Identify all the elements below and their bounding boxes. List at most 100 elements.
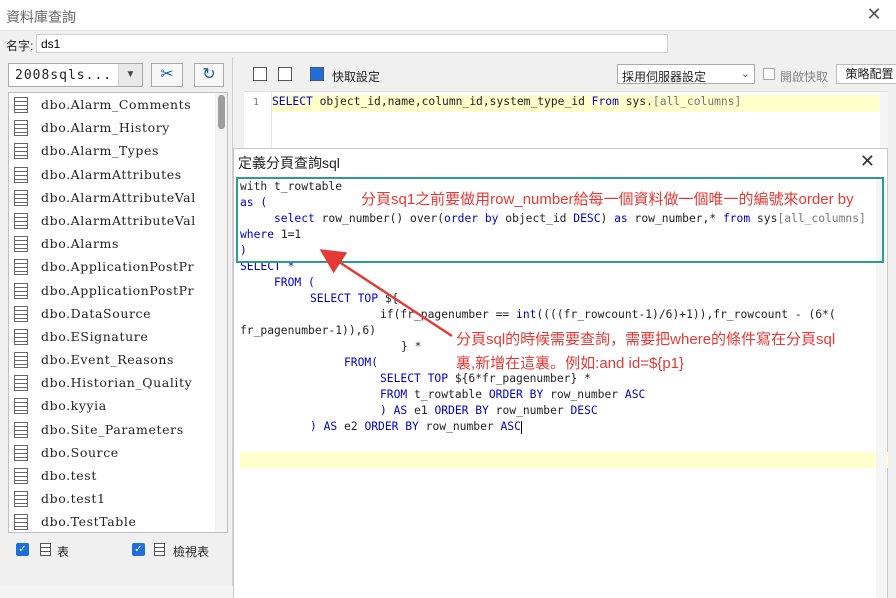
cache-select[interactable]: 採用伺服器設定 ⌄: [617, 64, 755, 84]
list-item[interactable]: dbo.ApplicationPostPr: [9, 279, 227, 302]
list-item[interactable]: dbo.Site_Parameters: [9, 418, 227, 441]
sql-text: ${6*fr_pagenumber} *: [448, 372, 591, 385]
list-item[interactable]: dbo.DataSource: [9, 302, 227, 325]
sql-editor[interactable]: 1 SELECT object_id,name,column_id,system…: [244, 91, 888, 149]
table-icon: [14, 189, 28, 206]
sql-text: row_number: [418, 420, 501, 433]
table-name: dbo.DataSource: [41, 305, 152, 321]
table-icon: [14, 282, 28, 299]
table-name: dbo.test: [41, 468, 97, 483]
list-item[interactable]: dbo.test1: [9, 487, 227, 510]
sql-text: e2: [337, 420, 365, 433]
table-icon: [14, 120, 28, 137]
list-item[interactable]: dbo.TestTable: [9, 510, 227, 532]
sql-text: fr_pagenumber-1)),6): [240, 324, 377, 337]
table-name: dbo.TestTable: [41, 514, 137, 530]
open-cache-label: 開啟快取: [780, 70, 829, 84]
list-item[interactable]: dbo.Alarm_Types: [9, 139, 227, 162]
list-item[interactable]: dbo.AlarmAttributeVal: [9, 209, 227, 232]
cache-settings-label: 快取設定: [332, 70, 381, 84]
code-line: if(fr_pagenumber == int((((fr_rowcount-1…: [380, 307, 836, 323]
list-item[interactable]: dbo.Alarm_Comments: [9, 93, 227, 116]
save-icon[interactable]: [278, 67, 292, 81]
list-item[interactable]: dbo.Event_Reasons: [9, 348, 227, 371]
table-icon: [14, 375, 28, 392]
table-icon: [14, 468, 28, 484]
table-name: dbo.kyyia: [41, 398, 107, 414]
table-checkbox-label: 表: [57, 545, 70, 559]
table-icon: [14, 328, 28, 345]
table-list-scrollbar[interactable]: [215, 93, 227, 532]
sql-text: t_rowtable: [407, 388, 489, 401]
sql-text: ${: [378, 292, 399, 305]
list-item[interactable]: dbo.Alarms: [9, 232, 227, 255]
list-item[interactable]: dbo.AlarmAttributes: [9, 163, 227, 186]
list-item[interactable]: dbo.Source: [9, 441, 227, 464]
code-line: FROM(: [344, 355, 378, 371]
chevron-down-icon[interactable]: ▼: [118, 64, 142, 86]
left-panel-scrollbar[interactable]: [0, 586, 233, 598]
table-name: dbo.Alarms: [41, 236, 120, 252]
table-icon: [14, 491, 28, 508]
query-toolbar: 快取設定 採用伺服器設定 ⌄ 開啟快取 策略配置: [233, 57, 896, 90]
sql-keyword: ): [310, 420, 324, 433]
text-caret: [520, 420, 522, 434]
table-icon: [14, 236, 28, 253]
list-item[interactable]: dbo.Alarm_History: [9, 116, 227, 139]
code-line: SELECT TOP ${: [310, 291, 398, 307]
table-icon: [14, 398, 28, 415]
close-icon[interactable]: ✕: [860, 151, 875, 172]
table-checkbox[interactable]: ✓: [16, 543, 29, 556]
preview-icon[interactable]: [253, 67, 267, 81]
refresh-icon: ↻: [202, 66, 216, 83]
name-row: 名字:: [0, 31, 896, 57]
table-icon: [14, 166, 28, 183]
strategy-button[interactable]: 策略配置: [836, 64, 896, 84]
table-name: dbo.Alarm_Comments: [41, 97, 192, 112]
list-item[interactable]: dbo.kyyia: [9, 394, 227, 417]
list-item[interactable]: dbo.AlarmAttributeVal: [9, 186, 227, 209]
scrollbar-thumb[interactable]: [218, 95, 225, 129]
line-gutter: 1: [244, 92, 272, 149]
editor-scrollbar[interactable]: [880, 92, 888, 149]
open-cache-checkbox[interactable]: [763, 68, 775, 80]
tools-icon: ✂: [160, 66, 174, 83]
sql-keyword: ORDER BY: [364, 420, 419, 433]
refresh-button[interactable]: ↻: [194, 63, 224, 87]
table-name: dbo.Source: [41, 444, 119, 460]
name-input[interactable]: [36, 34, 668, 53]
sql-keyword: FROM (: [274, 276, 315, 289]
annotation-top: 分頁sq1之前要做用row_number給每一個資料做一個唯一的編號來order…: [361, 191, 854, 208]
cache-select-value: 採用伺服器設定: [622, 70, 707, 84]
name-label: 名字:: [6, 39, 34, 53]
list-item[interactable]: dbo.Historian_Quality: [9, 371, 227, 394]
line-number: 1: [253, 97, 260, 108]
close-icon[interactable]: ✕: [864, 4, 884, 26]
table-list[interactable]: dbo.Alarm_Comments dbo.Alarm_History dbo…: [8, 92, 228, 533]
table-icon: [14, 212, 28, 229]
code-line: ) AS e2 ORDER BY row_number ASC: [310, 419, 522, 435]
table-name: dbo.Alarm_Types: [41, 143, 160, 159]
sql-text: if(fr_pagenumber ==: [380, 308, 517, 321]
sql-keyword: ORDER BY: [434, 404, 489, 417]
sql-text: sys.: [618, 95, 653, 108]
sql-keyword: AS: [323, 420, 338, 433]
code-line: fr_pagenumber-1)),6): [240, 323, 376, 339]
view-checkbox[interactable]: ✓: [132, 543, 145, 556]
dialog-title: 定義分頁查詢sql: [238, 155, 340, 171]
table-name: dbo.AlarmAttributeVal: [41, 212, 196, 228]
list-item[interactable]: dbo.ESignature: [9, 325, 227, 348]
annotation-bottom-line2: 裏,新增在這裏。例如:and id=${p1}: [456, 355, 685, 372]
list-item[interactable]: dbo.ApplicationPostPr: [9, 255, 227, 278]
sql-keyword: ASC: [500, 420, 521, 433]
list-item[interactable]: dbo.test: [9, 464, 227, 487]
sql-keyword: ): [380, 404, 394, 417]
tools-button[interactable]: ✂: [151, 63, 183, 87]
sql-keyword: AS: [393, 404, 408, 417]
annotation-bottom-line1: 分頁sql的時候需要查詢，需要把where的條件寫在分頁sql: [456, 331, 836, 348]
sql-keyword: int: [516, 308, 537, 321]
database-select-value: 2008sqls...: [15, 68, 113, 83]
table-icon: [14, 514, 28, 531]
table-name: dbo.Historian_Quality: [41, 375, 193, 391]
database-select[interactable]: 2008sqls... ▼: [8, 63, 143, 87]
